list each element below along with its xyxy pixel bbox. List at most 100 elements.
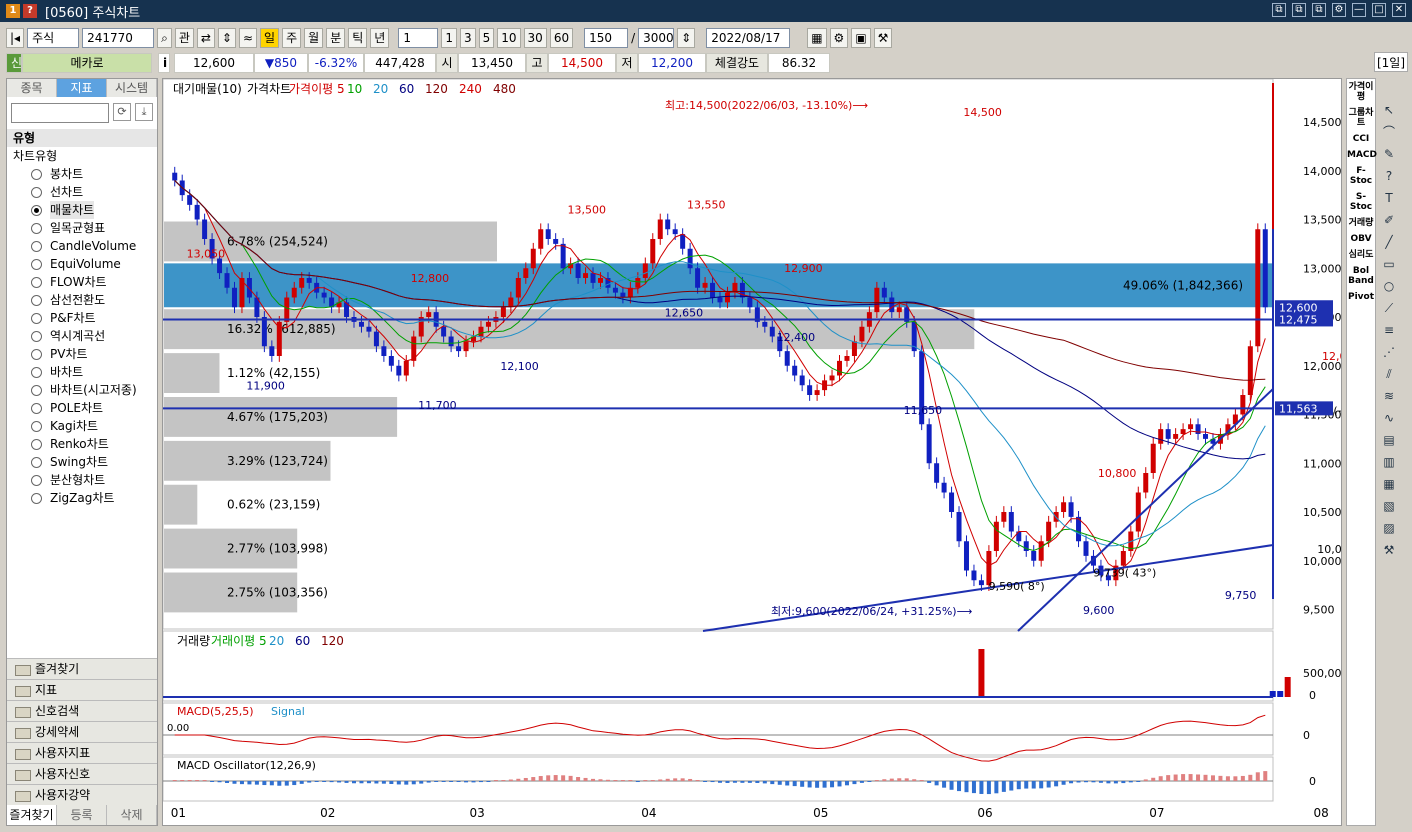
folder-item[interactable]: 사용자지표	[7, 742, 157, 763]
chart-type-item[interactable]: 바차트(시고저종)	[31, 381, 157, 399]
chart-icon[interactable]: ▦	[807, 28, 827, 48]
interval-30-button[interactable]: 30	[523, 28, 547, 48]
info-icon[interactable]: i	[158, 53, 170, 73]
count-input[interactable]: 150	[584, 28, 629, 48]
folder-item[interactable]: 즐겨찾기	[7, 658, 157, 679]
chart-type-item[interactable]: ZigZag차트	[31, 489, 157, 507]
market-select[interactable]: 주식	[27, 28, 80, 48]
close-button[interactable]: ✕	[1392, 3, 1406, 17]
chart-area[interactable]: 6.78% (254,524)12.62% (473,712)16.32% (6…	[162, 78, 1409, 826]
indicator-shortcut[interactable]: 그룹차트	[1347, 105, 1375, 131]
interval-5-button[interactable]: 5	[478, 28, 495, 48]
draw-tool-icon[interactable]: ▧	[1378, 496, 1400, 516]
period-day-button[interactable]: 일	[260, 28, 280, 48]
stock-code-input[interactable]: 241770	[82, 28, 155, 48]
tab-indicators[interactable]: 지표	[57, 79, 107, 97]
folder-item[interactable]: 사용자신호	[7, 763, 157, 784]
draw-tool-icon[interactable]: ⋰	[1378, 342, 1400, 362]
indicator-shortcut[interactable]: Bol Band	[1347, 263, 1375, 289]
folder-item[interactable]: 사용자강약	[7, 784, 157, 805]
folder-item[interactable]: 신호검색	[7, 700, 157, 721]
radio-button[interactable]	[31, 420, 42, 432]
chart-type-item[interactable]: 선차트	[31, 183, 157, 201]
link-icon[interactable]: ⧉	[1272, 3, 1286, 17]
tool-icon[interactable]: ⚒	[873, 28, 893, 48]
draw-tool-icon[interactable]: ⫽	[1378, 364, 1400, 384]
draw-tool-icon[interactable]: ∿	[1378, 408, 1400, 428]
search-icon[interactable]: ⌕	[157, 28, 172, 48]
radio-button[interactable]	[31, 330, 42, 342]
radio-button[interactable]	[31, 474, 42, 486]
chart-type-item[interactable]: POLE차트	[31, 399, 157, 417]
draw-tool-icon[interactable]: ▦	[1378, 474, 1400, 494]
radio-button[interactable]	[31, 384, 42, 396]
indicator-shortcut[interactable]: MACD	[1347, 147, 1377, 163]
tilde-icon[interactable]: ≈	[238, 28, 258, 48]
radio-button[interactable]	[31, 168, 42, 180]
period-tick-button[interactable]: 틱	[348, 28, 368, 48]
chart-type-item[interactable]: 삼선전환도	[31, 291, 157, 309]
indicator-shortcut[interactable]: Pivot	[1347, 289, 1375, 305]
chart-svg[interactable]: 6.78% (254,524)12.62% (473,712)16.32% (6…	[162, 78, 1409, 825]
register-button[interactable]: 등록	[57, 805, 107, 825]
chart-type-item[interactable]: Kagi차트	[31, 417, 157, 435]
draw-tool-icon[interactable]: ✐	[1378, 210, 1400, 230]
chart-type-item[interactable]: P&F차트	[31, 309, 157, 327]
prev-icon[interactable]: |◂	[6, 28, 25, 48]
chart-type-item[interactable]: Renko차트	[31, 435, 157, 453]
indicator-search-input[interactable]	[11, 103, 109, 123]
chart-type-item[interactable]: 일목균형표	[31, 219, 157, 237]
draw-tool-icon[interactable]: ?	[1378, 166, 1400, 186]
chart-type-item[interactable]: EquiVolume	[31, 255, 157, 273]
radio-button[interactable]	[31, 186, 42, 198]
period-minute-button[interactable]: 분	[326, 28, 346, 48]
radio-button[interactable]	[31, 438, 42, 450]
indicator-shortcut[interactable]: 거래량	[1347, 215, 1375, 231]
radio-button[interactable]	[31, 258, 42, 270]
radio-button[interactable]	[31, 456, 42, 468]
max-count-input[interactable]: 3000	[638, 28, 675, 48]
chart-type-item[interactable]: FLOW차트	[31, 273, 157, 291]
draw-tool-icon[interactable]: ↖	[1378, 100, 1400, 120]
radio-button[interactable]	[31, 276, 42, 288]
interval-3-button[interactable]: 3	[459, 28, 476, 48]
radio-button[interactable]	[31, 204, 42, 216]
delete-button[interactable]: 삭제	[107, 805, 157, 825]
draw-tool-icon[interactable]: ≋	[1378, 386, 1400, 406]
chart-type-item[interactable]: Swing차트	[31, 453, 157, 471]
download-icon[interactable]: ⤓	[135, 103, 153, 121]
interval-10-button[interactable]: 10	[497, 28, 521, 48]
draw-tool-icon[interactable]: T	[1378, 188, 1400, 208]
period-week-button[interactable]: 주	[282, 28, 302, 48]
radio-button[interactable]	[31, 402, 42, 414]
help-icon[interactable]: ?	[23, 4, 37, 18]
radio-button[interactable]	[31, 492, 42, 504]
chart-type-item[interactable]: 봉차트	[31, 165, 157, 183]
radio-button[interactable]	[31, 294, 42, 306]
gear-icon[interactable]: ⚙	[829, 28, 849, 48]
chart-type-item[interactable]: PV차트	[31, 345, 157, 363]
indicator-shortcut[interactable]: S-Stoc	[1347, 189, 1375, 215]
settings-icon[interactable]: ⚙	[1332, 3, 1346, 17]
folder-item[interactable]: 강세약세	[7, 721, 157, 742]
interval-1-button[interactable]: 1	[441, 28, 457, 48]
interval-60-button[interactable]: 60	[549, 28, 574, 48]
indicator-shortcut[interactable]: 가격이평	[1347, 79, 1375, 105]
maximize-button[interactable]: □	[1372, 3, 1386, 17]
period-year-button[interactable]: 년	[370, 28, 390, 48]
copy-icon[interactable]: ⧉	[1292, 3, 1306, 17]
spin-icon[interactable]: ⇕	[677, 28, 696, 48]
radio-button[interactable]	[31, 222, 42, 234]
radio-button[interactable]	[31, 366, 42, 378]
period-month-button[interactable]: 월	[304, 28, 324, 48]
draw-tool-icon[interactable]: ⚒	[1378, 540, 1400, 560]
favorites-tab[interactable]: 즐겨찾기	[7, 805, 57, 825]
chart-type-item[interactable]: 매물차트	[31, 201, 157, 219]
indicator-shortcut[interactable]: CCI	[1347, 131, 1375, 147]
radio-button[interactable]	[31, 240, 42, 252]
draw-tool-icon[interactable]: ╱	[1378, 232, 1400, 252]
chart-type-item[interactable]: 바차트	[31, 363, 157, 381]
draw-tool-icon[interactable]: ✎	[1378, 144, 1400, 164]
refresh-icon[interactable]: ⟳	[113, 103, 131, 121]
radio-button[interactable]	[31, 312, 42, 324]
